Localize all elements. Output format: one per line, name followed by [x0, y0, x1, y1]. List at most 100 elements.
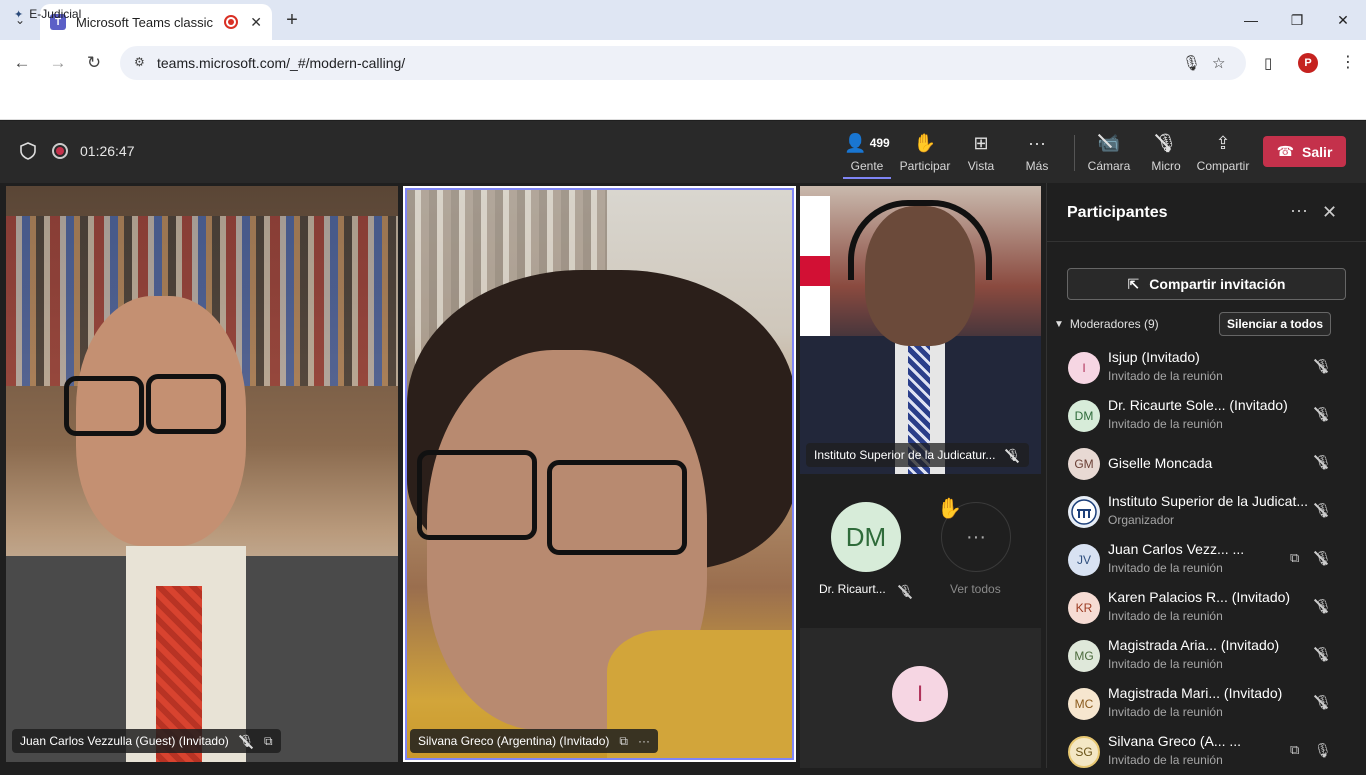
restore-button[interactable]: ❐	[1274, 0, 1320, 40]
participant-avatar: MC	[1068, 688, 1100, 720]
camera-label: Cámara	[1087, 159, 1131, 173]
participant-role: Organizador	[1108, 513, 1175, 527]
participant-row[interactable]: KR Karen Palacios R... (Invitado) Invitado…	[1046, 585, 1366, 631]
more-button[interactable]: ··· Más	[1020, 131, 1054, 177]
tile-left-namebar: Juan Carlos Vezzulla (Guest) (Invitado) …	[12, 729, 281, 753]
bookmark-favicon-icon: ✦	[14, 8, 24, 21]
tile-center-name: Silvana Greco (Argentina) (Invitado)	[418, 734, 610, 748]
muted-icon: 🎙	[1005, 448, 1021, 462]
glasses-left	[417, 450, 537, 540]
participant-row[interactable]: JV Juan Carlos Vezz... ... Invitado de la …	[1046, 537, 1366, 583]
new-tab-button[interactable]: +	[280, 8, 304, 32]
participant-avatar: SG	[1068, 736, 1100, 768]
participant-avatar: JV	[1068, 544, 1100, 576]
people-count: 499	[869, 136, 890, 150]
participant-mic-on-icon[interactable]: 🎙	[1314, 742, 1332, 759]
raise-hand-button[interactable]: ✋ Participar	[900, 131, 951, 177]
participant-muted-icon[interactable]: 🎙	[1314, 358, 1332, 375]
participant-name: Giselle Moncada	[1108, 455, 1213, 471]
back-button[interactable]: ←	[10, 52, 34, 74]
microphone-icon[interactable]: 🎙	[1182, 54, 1201, 72]
window-close-button[interactable]: ✕	[1320, 0, 1366, 40]
bookmark-star-icon[interactable]: ☆	[1212, 54, 1225, 72]
browser-menu-icon[interactable]: ⋮	[1340, 52, 1356, 72]
participant-muted-icon[interactable]: 🎙	[1314, 694, 1332, 711]
collapse-triangle-icon: ▼	[1054, 318, 1064, 330]
participant-muted-icon[interactable]: 🎙	[1314, 406, 1332, 423]
mic-off-icon: 🎙	[1154, 132, 1178, 153]
video-tile-left[interactable]	[6, 186, 398, 762]
meeting-timer: 01:26:47	[80, 143, 135, 159]
mic-button[interactable]: 🎙 Micro	[1148, 131, 1184, 177]
participant-name: Magistrada Aria... (Invitado)	[1108, 637, 1280, 653]
participant-row[interactable]: MC Magistrada Mari... (Invitado) Invitado …	[1046, 681, 1366, 727]
glasses-left	[64, 376, 144, 436]
participant-name: Instituto Superior de la Judicat...	[1108, 493, 1308, 509]
mic-label: Micro	[1151, 159, 1181, 173]
share-button[interactable]: ⇪ Compartir	[1196, 131, 1250, 177]
participant-muted-icon[interactable]: 🎙	[1314, 550, 1332, 567]
leave-button[interactable]: ☎ Salir	[1263, 136, 1346, 167]
shield-icon[interactable]	[20, 142, 36, 160]
bookmark-e-judicial[interactable]: ✦ E-Judicial	[14, 7, 81, 21]
camera-button[interactable]: 📹 Cámara	[1087, 131, 1131, 177]
recording-indicator-icon	[224, 15, 239, 29]
tile-right-namebar: Instituto Superior de la Judicatur... 🎙	[806, 443, 1029, 467]
people-button[interactable]: 👤 499 Gente	[843, 131, 891, 179]
participant-role: Invitado de la reunión	[1108, 753, 1223, 767]
video-tile-right[interactable]	[800, 186, 1041, 474]
share-invite-icon: ⇱	[1127, 275, 1140, 292]
headset-shape	[848, 200, 992, 280]
mute-all-button[interactable]: Silenciar a todos	[1219, 312, 1331, 336]
moderators-section-toggle[interactable]: ▼ Moderadores (9)	[1054, 317, 1159, 331]
participant-avatar: DM	[1068, 400, 1100, 432]
share-invite-button[interactable]: ⇱ Compartir invitación	[1067, 268, 1346, 300]
mini-dm-muted-icon: 🎙	[898, 584, 914, 598]
url-text: teams.microsoft.com/_#/modern-calling/	[157, 55, 406, 71]
grid-view-icon: ⊞	[973, 132, 989, 153]
panel-more-icon[interactable]: ···	[1290, 200, 1308, 221]
people-label: Gente	[850, 159, 884, 173]
tab-close-icon[interactable]: ✕	[250, 14, 262, 31]
participant-muted-icon[interactable]: 🎙	[1314, 502, 1332, 519]
participant-row[interactable]: SG Silvana Greco (A... ... Invitado de la …	[1046, 729, 1366, 775]
participant-muted-icon[interactable]: 🎙	[1314, 646, 1332, 663]
forward-button[interactable]: →	[46, 52, 70, 74]
profile-avatar[interactable]: P	[1298, 53, 1318, 73]
site-settings-icon[interactable]: ⚙	[134, 55, 150, 71]
see-all-label[interactable]: Ver todos	[950, 582, 1001, 596]
bookmarks-bar	[0, 86, 1366, 120]
hang-up-icon: ☎	[1276, 143, 1295, 159]
tile-more-icon[interactable]: ···	[638, 734, 650, 748]
omnibox[interactable]: ⚙ teams.microsoft.com/_#/modern-calling/…	[120, 46, 1246, 80]
participant-row[interactable]: I Isjup (Invitado) Invitado de la reunión 🎙	[1046, 345, 1366, 391]
screen-share-icon: ⧉	[619, 733, 628, 748]
video-tile-center[interactable]	[403, 186, 796, 762]
tile-center-namebar: Silvana Greco (Argentina) (Invitado) ⧉ ·…	[410, 729, 658, 753]
more-icon: ···	[1028, 132, 1046, 153]
share-screen-icon: ⇪	[1215, 132, 1231, 153]
screen-share-icon: ⧉	[264, 733, 273, 748]
tile-left-name: Juan Carlos Vezzulla (Guest) (Invitado)	[20, 734, 229, 748]
participant-name: Isjup (Invitado)	[1108, 349, 1200, 365]
panel-close-icon[interactable]: ✕	[1322, 202, 1337, 223]
view-button[interactable]: ⊞ Vista	[962, 131, 1000, 177]
participant-row[interactable]: MG Magistrada Aria... (Invitado) Invitado …	[1046, 633, 1366, 679]
side-panel-icon[interactable]: ▯	[1264, 54, 1272, 72]
participant-row[interactable]: Instituto Superior de la Judicat... Organ…	[1046, 489, 1366, 535]
participant-muted-icon[interactable]: 🎙	[1314, 454, 1332, 471]
participant-role: Invitado de la reunión	[1108, 369, 1223, 383]
participant-sharing-icon: ⧉	[1290, 742, 1300, 757]
participant-avatar: MG	[1068, 640, 1100, 672]
reload-button[interactable]: ↻	[82, 52, 106, 74]
view-label: Vista	[967, 159, 995, 173]
participant-row[interactable]: GM Giselle Moncada 🎙	[1046, 441, 1366, 487]
minimize-button[interactable]: —	[1228, 0, 1274, 40]
participant-muted-icon[interactable]: 🎙	[1314, 598, 1332, 615]
avatar-dm-large[interactable]: DM	[831, 502, 901, 572]
recording-icon	[52, 143, 68, 159]
participant-role: Invitado de la reunión	[1108, 657, 1223, 671]
people-icon: 👤	[844, 132, 867, 153]
moderators-label: Moderadores (9)	[1069, 317, 1159, 331]
participant-row[interactable]: DM Dr. Ricaurte Sole... (Invitado) Invitad…	[1046, 393, 1366, 439]
